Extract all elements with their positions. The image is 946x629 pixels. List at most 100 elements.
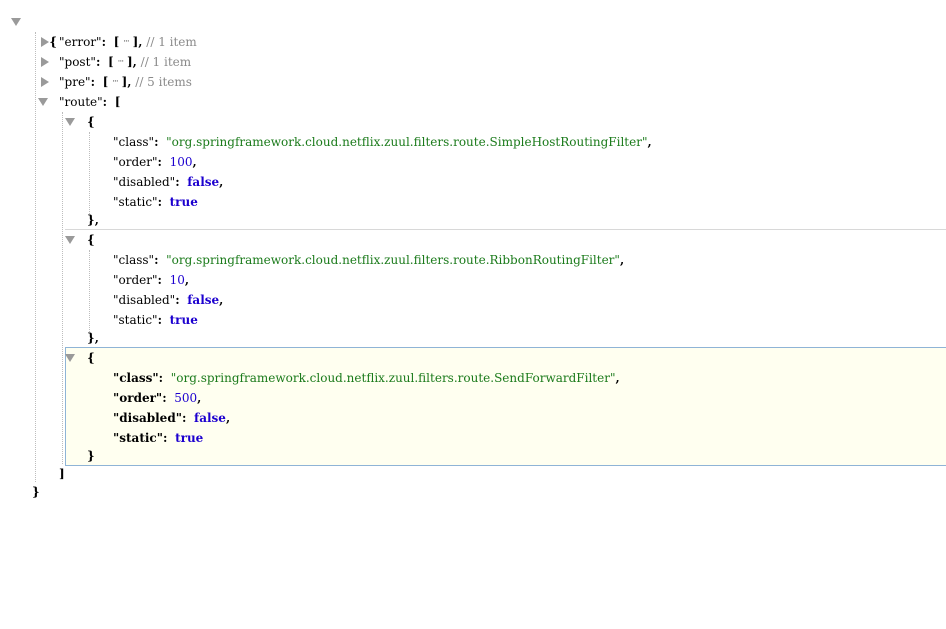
pre-item-count: // 5 items <box>135 75 192 89</box>
disabled-value: false <box>187 293 220 307</box>
colon: : <box>157 313 162 327</box>
class-value: "org.springframework.cloud.netflix.zuul.… <box>166 135 648 149</box>
static-key: "static" <box>113 195 158 209</box>
comma: , <box>225 411 231 425</box>
class-key: "class" <box>113 253 155 267</box>
order-value: 100 <box>169 155 193 169</box>
root-open-line: { <box>34 12 57 49</box>
colon: : <box>157 155 162 169</box>
route-item-3-order: "order": 500, <box>113 388 201 408</box>
open-brace: { <box>87 233 95 247</box>
disabled-key: "disabled" <box>113 175 176 189</box>
route-item-3-toggle[interactable] <box>64 348 76 368</box>
triangle-down-icon <box>11 18 21 26</box>
colon: : <box>181 411 187 425</box>
post-key: "post" <box>59 55 96 69</box>
triangle-right-icon <box>41 37 49 47</box>
pre-key: "pre" <box>59 75 91 89</box>
triangle-right-icon <box>41 57 49 67</box>
colon: : <box>95 55 101 69</box>
class-key: "class" <box>113 135 155 149</box>
disabled-value: false <box>194 411 226 425</box>
route-item-2-static: "static": true <box>113 310 198 330</box>
static-value: true <box>169 313 198 327</box>
route-item-2-open: { <box>87 230 95 250</box>
route-close-bracket: ] <box>59 467 65 481</box>
order-key: "order" <box>113 273 158 287</box>
route-toggle[interactable] <box>37 92 49 112</box>
object-separator <box>65 229 946 230</box>
order-key: "order" <box>113 391 163 405</box>
triangle-down-icon <box>38 98 48 106</box>
route-item-1-close: }, <box>87 210 99 230</box>
triangle-down-icon <box>65 236 75 244</box>
colon: : <box>158 371 164 385</box>
triangle-down-icon <box>65 118 75 126</box>
comma: , <box>615 371 620 385</box>
colon: : <box>154 135 159 149</box>
order-value: 500 <box>174 391 198 405</box>
colon: : <box>157 195 162 209</box>
route-item-3-close: } <box>87 446 95 466</box>
error-toggle[interactable] <box>39 32 51 52</box>
route-item-1-class: "class": "org.springframework.cloud.netf… <box>113 132 652 152</box>
open-bracket: [ <box>102 75 109 89</box>
route-item-3-static: "static": true <box>113 428 203 448</box>
colon: : <box>162 391 167 405</box>
indent-guide-root <box>35 32 36 482</box>
static-value: true <box>169 195 198 209</box>
indent-guide-item-1 <box>89 132 90 214</box>
route-item-2-disabled: "disabled": false, <box>113 290 223 310</box>
route-item-1-static: "static": true <box>113 192 198 212</box>
order-key: "order" <box>113 155 158 169</box>
colon: : <box>90 75 95 89</box>
comma: , <box>132 55 137 69</box>
class-value: "org.springframework.cloud.netflix.zuul.… <box>170 371 616 385</box>
colon: : <box>157 273 162 287</box>
colon: : <box>163 431 168 445</box>
colon: : <box>175 293 180 307</box>
open-bracket: [ <box>108 55 114 69</box>
route-item-2-order: "order": 10, <box>113 270 189 290</box>
close-brace: } <box>87 213 95 227</box>
colon: : <box>102 95 108 109</box>
colon: : <box>154 253 159 267</box>
close-brace: } <box>87 449 95 463</box>
route-item-2-toggle[interactable] <box>64 230 76 250</box>
error-line: "error": [ ··· ], // 1 item <box>59 32 197 52</box>
pre-toggle[interactable] <box>39 72 51 92</box>
colon: : <box>101 35 107 49</box>
pre-line: "pre": [ ··· ], // 5 items <box>59 72 192 92</box>
post-expand-ellipsis[interactable]: ··· <box>118 52 125 72</box>
post-toggle[interactable] <box>39 52 51 72</box>
comma: , <box>647 135 652 149</box>
colon: : <box>175 175 180 189</box>
route-item-1-toggle[interactable] <box>64 112 76 132</box>
error-expand-ellipsis[interactable]: ··· <box>123 32 130 52</box>
triangle-down-icon <box>65 354 75 362</box>
comma: , <box>138 35 143 49</box>
route-item-3-disabled: "disabled": false, <box>113 408 230 428</box>
root-close-line: } <box>32 482 40 502</box>
root-toggle[interactable] <box>10 12 22 32</box>
comma: , <box>192 155 197 169</box>
disabled-value: false <box>187 175 220 189</box>
route-item-3-class: "class": "org.springframework.cloud.netf… <box>113 368 620 388</box>
post-item-count: // 1 item <box>140 55 192 69</box>
indent-guide-route <box>62 112 63 464</box>
comma: , <box>197 391 202 405</box>
static-key: "static" <box>113 313 158 327</box>
route-key: "route" <box>59 95 103 109</box>
route-item-3-open: { <box>87 348 95 368</box>
comma: , <box>94 331 99 345</box>
static-value: true <box>175 431 204 445</box>
error-item-count: // 1 item <box>146 35 197 49</box>
close-brace: } <box>87 331 95 345</box>
route-item-1-order: "order": 100, <box>113 152 197 172</box>
route-item-2-class: "class": "org.springframework.cloud.netf… <box>113 250 624 270</box>
comma: , <box>219 293 224 307</box>
open-brace: { <box>87 115 95 129</box>
pre-expand-ellipsis[interactable]: ··· <box>112 72 119 92</box>
route-item-2-close: }, <box>87 328 99 348</box>
route-item-1-open: { <box>87 112 95 132</box>
